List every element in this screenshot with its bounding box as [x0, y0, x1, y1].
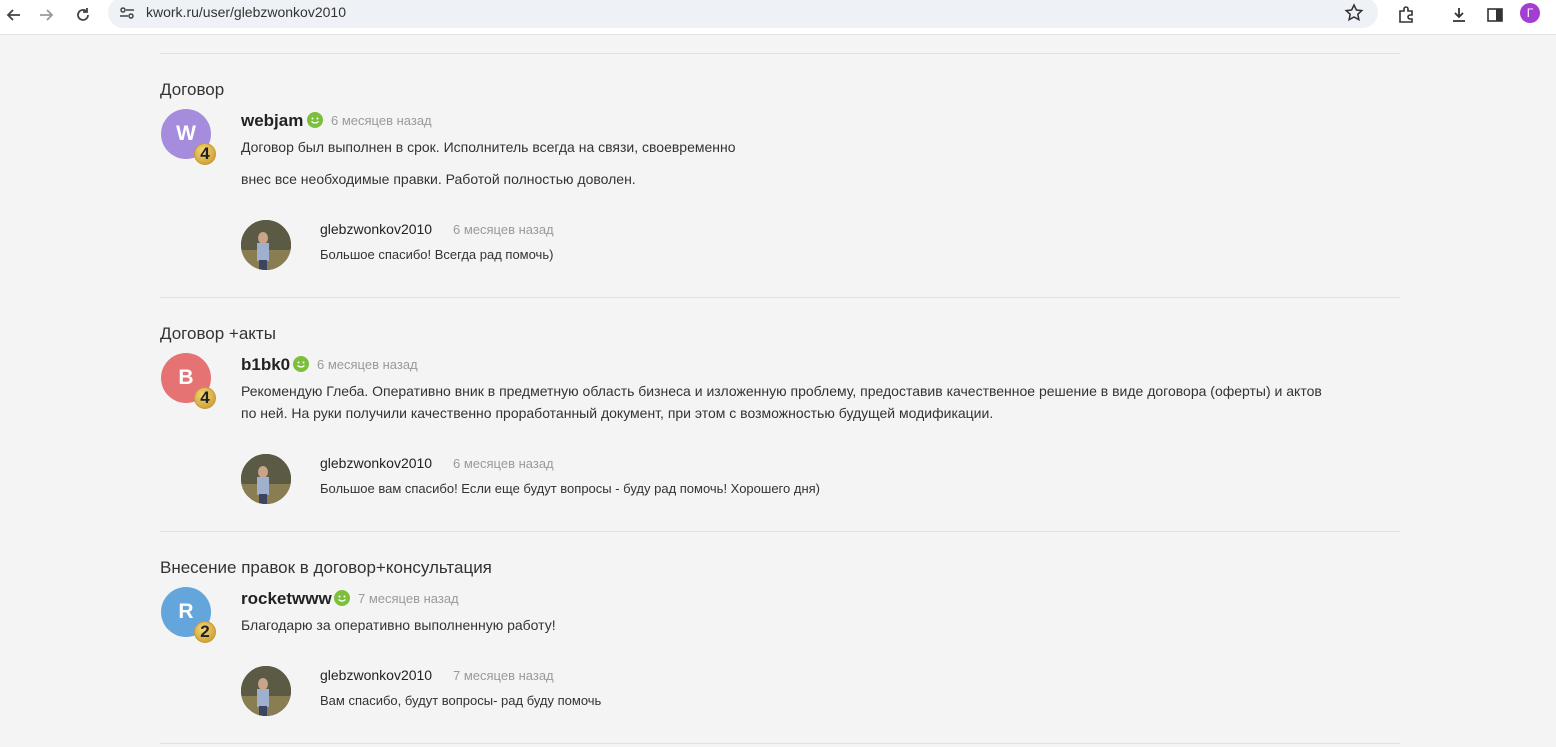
divider [160, 297, 1400, 298]
reply-text: Вам спасибо, будут вопросы- рад буду пом… [320, 693, 602, 708]
level-badge: 4 [194, 387, 216, 409]
forward-icon[interactable] [34, 3, 58, 27]
reload-icon[interactable] [71, 3, 95, 27]
level-badge: 4 [194, 143, 216, 165]
seller-avatar[interactable] [241, 666, 291, 716]
avatar-letter: B [178, 366, 194, 389]
bookmark-star-icon[interactable] [1344, 3, 1364, 23]
review-time: 6 месяцев назад [331, 113, 432, 128]
review-text-line: Рекомендую Глеба. Оперативно вник в пред… [241, 383, 1322, 399]
review-text-line: Договор был выполнен в срок. Исполнитель… [241, 139, 736, 155]
positive-review-icon [293, 356, 309, 372]
reply-text: Большое спасибо! Всегда рад помочь) [320, 247, 554, 262]
divider [160, 531, 1400, 532]
browser-toolbar: kwork.ru/user/glebzwonkov2010 Г [0, 0, 1556, 35]
site-settings-icon[interactable] [118, 4, 136, 22]
download-icon[interactable] [1447, 3, 1471, 27]
divider [160, 743, 1400, 744]
reviewer-name[interactable]: b1bk0 [241, 355, 290, 375]
reply-time: 7 месяцев назад [453, 668, 554, 683]
review-title: Внесение правок в договор+консультация [160, 558, 492, 577]
review-text-line: по ней. На руки получили качественно про… [241, 405, 994, 421]
review-text-line: Благодарю за оперативно выполненную рабо… [241, 617, 556, 633]
reply-time: 6 месяцев назад [453, 222, 554, 237]
back-icon[interactable] [2, 3, 26, 27]
avatar-letter: R [178, 600, 194, 623]
sidebar-icon[interactable] [1483, 3, 1507, 27]
avatar-letter: W [176, 122, 196, 145]
seller-name[interactable]: glebzwonkov2010 [320, 455, 432, 471]
review-title: Договор [160, 80, 225, 99]
reviewer-name[interactable]: webjam [241, 111, 303, 131]
review-time: 6 месяцев назад [317, 357, 418, 372]
positive-review-icon [307, 112, 323, 128]
reply-text: Большое вам спасибо! Если еще будут вопр… [320, 481, 820, 496]
address-bar[interactable]: kwork.ru/user/glebzwonkov2010 [108, 0, 1378, 28]
reply-time: 6 месяцев назад [453, 456, 554, 471]
extensions-icon[interactable] [1394, 3, 1418, 27]
seller-name[interactable]: glebzwonkov2010 [320, 667, 432, 683]
seller-avatar[interactable] [241, 454, 291, 504]
profile-avatar[interactable]: Г [1520, 3, 1540, 23]
level-badge: 2 [194, 621, 216, 643]
url-text[interactable]: kwork.ru/user/glebzwonkov2010 [146, 4, 346, 20]
review-text-line: внес все необходимые правки. Работой пол… [241, 171, 636, 187]
review-title: Договор +акты [160, 324, 276, 343]
seller-name[interactable]: glebzwonkov2010 [320, 221, 432, 237]
divider [160, 53, 1400, 54]
reviewer-name[interactable]: rocketwww [241, 589, 332, 609]
seller-avatar[interactable] [241, 220, 291, 270]
positive-review-icon [334, 590, 350, 606]
review-time: 7 месяцев назад [358, 591, 459, 606]
